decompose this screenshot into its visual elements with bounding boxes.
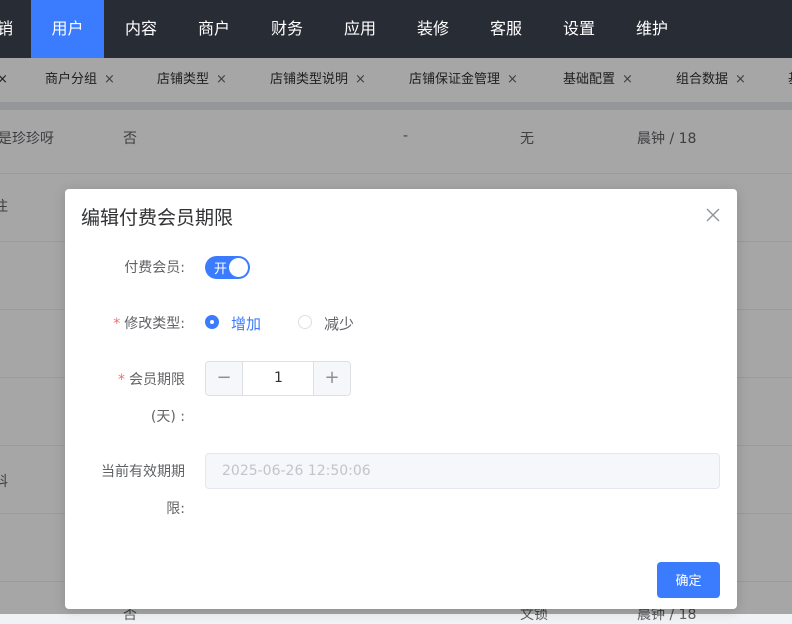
nav-item-settings[interactable]: 设置	[548, 0, 610, 58]
modify-type-text: 修改类型:	[124, 316, 185, 332]
nav-item-merchants[interactable]: 商户	[183, 0, 245, 58]
nav-item-support[interactable]: 客服	[475, 0, 537, 58]
radio-increase[interactable]: 增加	[205, 313, 265, 333]
nav-item-maintenance[interactable]: 维护	[621, 0, 683, 58]
paid-member-label: 付费会员:	[124, 260, 185, 276]
paid-member-switch[interactable]: 开	[205, 256, 250, 279]
required-star: *	[118, 372, 125, 388]
nav-item-decoration[interactable]: 装修	[402, 0, 464, 58]
nav-item-marketing[interactable]: 销	[0, 0, 14, 58]
radio-dot	[298, 315, 312, 329]
modify-type-label: * 修改类型:	[113, 313, 185, 333]
radio-increase-label: 增加	[231, 315, 262, 333]
nav-item-finance[interactable]: 财务	[256, 0, 318, 58]
nav-item-apps[interactable]: 应用	[329, 0, 391, 58]
close-icon[interactable]	[703, 205, 723, 225]
member-period-unit: (天) :	[150, 409, 185, 425]
valid-period-field[interactable]: 2025-06-26 12:50:06	[205, 453, 720, 489]
member-period-text: 会员期限	[129, 372, 185, 388]
confirm-button[interactable]: 确定	[657, 562, 720, 598]
radio-dot	[205, 315, 219, 329]
dialog-title: 编辑付费会员期限	[81, 207, 234, 229]
radio-decrease-label: 减少	[324, 315, 355, 333]
valid-period-label-cont: 限:	[166, 501, 185, 517]
top-nav: 销 用户 内容 商户 财务 应用 装修 客服 设置 维护	[0, 0, 792, 58]
switch-knob	[229, 258, 248, 277]
member-period-stepper: − +	[205, 361, 351, 396]
decrement-button[interactable]: −	[206, 362, 243, 395]
edit-paid-member-dialog: 编辑付费会员期限 付费会员: 开 * 修改类型: 增加 减少 * 会员期限 (天) …	[65, 189, 737, 609]
nav-item-content[interactable]: 内容	[110, 0, 172, 58]
radio-decrease[interactable]: 减少	[298, 313, 358, 333]
member-period-input[interactable]	[243, 362, 314, 395]
increment-button[interactable]: +	[313, 362, 350, 395]
required-star: *	[113, 316, 121, 332]
nav-item-users[interactable]: 用户	[31, 0, 104, 58]
switch-text: 开	[214, 262, 228, 277]
member-period-label: * 会员期限	[118, 369, 185, 389]
valid-period-label: 当前有效期期	[101, 464, 185, 480]
